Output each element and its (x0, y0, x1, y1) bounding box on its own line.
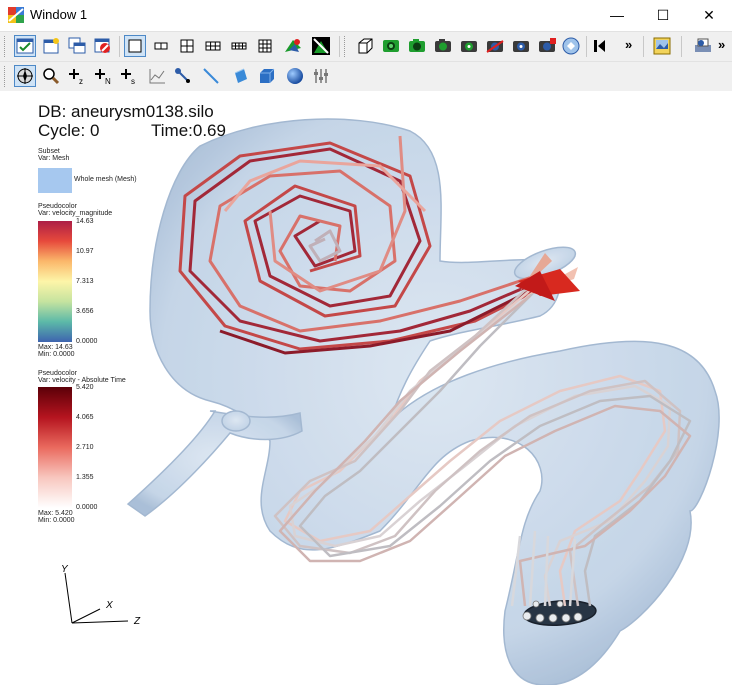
layout-1x1-icon[interactable] (124, 35, 146, 57)
zone-pick-icon[interactable]: z (66, 65, 88, 87)
node-pick-icon[interactable]: N (92, 65, 114, 87)
sphere-tool-icon[interactable] (284, 65, 306, 87)
save-view-icon[interactable] (380, 35, 402, 57)
camera-icon[interactable] (432, 35, 454, 57)
toolbar-grip[interactable] (4, 66, 8, 87)
delete-window-icon[interactable] (92, 35, 114, 57)
line-pick-icon[interactable] (172, 65, 194, 87)
minimize-icon: — (610, 7, 624, 23)
z-axis-label: Z (133, 616, 141, 627)
cycle-label: Cycle: 0 (38, 121, 100, 140)
render-viewport[interactable]: DB: aneurysm0138.silo Cycle: 0 Time:0.69… (0, 91, 732, 685)
database-label: DB: aneurysm0138.silo (38, 102, 214, 121)
spreadsheet-pick-icon[interactable]: s (118, 65, 140, 87)
subset-swatch (38, 168, 72, 193)
tick-label: 3.656 (76, 308, 94, 315)
close-icon: ✕ (703, 6, 715, 23)
window-title: Window 1 (30, 7, 88, 22)
legend-entry: Whole mesh (Mesh) (74, 176, 137, 183)
save-image-icon[interactable] (651, 35, 673, 57)
toolbar-separator (119, 36, 120, 57)
svg-text:z: z (79, 77, 83, 85)
y-axis-label: Y (61, 564, 69, 575)
layout-2x3-icon[interactable] (202, 35, 224, 57)
toolbar-grip[interactable] (4, 36, 8, 57)
legend-min: Min: 0.0000 (38, 351, 75, 358)
clear-plots-icon[interactable] (310, 35, 332, 57)
layout-3x3-icon[interactable] (254, 35, 276, 57)
legend-var: Var: velocity_magnitude (38, 210, 113, 217)
layout-2x4-icon[interactable] (228, 35, 250, 57)
tick-label: 0.0000 (76, 338, 98, 345)
zoom-mode-icon[interactable] (40, 65, 62, 87)
svg-text:N: N (105, 77, 111, 85)
x-axis-label: X (105, 600, 113, 611)
plane-tool-icon[interactable] (230, 65, 252, 87)
toolbar-separator (681, 36, 682, 57)
tick-label: 0.0000 (76, 504, 98, 511)
minimize-button[interactable]: — (594, 0, 640, 30)
navigate-mode-icon[interactable] (14, 65, 36, 87)
camera-4-icon[interactable] (510, 35, 532, 57)
tick-label: 14.63 (76, 218, 94, 225)
x-axis-line (71, 608, 101, 624)
toolbar-separator (339, 36, 340, 57)
tick-label: 5.420 (76, 384, 94, 391)
tick-label: 1.355 (76, 474, 94, 481)
axis-triad: Y X Z (61, 564, 141, 627)
layout-2x2-icon[interactable] (176, 35, 198, 57)
main-toolbar: » » (0, 31, 732, 61)
interaction-toolbar: z N s (0, 61, 732, 91)
draw-plots-icon[interactable] (282, 35, 304, 57)
colorbar (38, 387, 72, 508)
toolbar-grip[interactable] (344, 36, 348, 57)
new-window-icon[interactable] (40, 35, 62, 57)
legend-var: Var: Mesh (38, 155, 70, 162)
visit-app-icon (8, 7, 24, 23)
box-tool-icon[interactable] (256, 65, 278, 87)
time-label: Time:0.69 (151, 121, 226, 140)
toggle-spin-icon[interactable] (14, 35, 36, 57)
tick-label: 10.97 (76, 248, 94, 255)
line-lineout-icon[interactable] (200, 65, 222, 87)
toolbar-separator (643, 36, 644, 57)
colorbar (38, 221, 72, 342)
tick-label: 4.065 (76, 414, 94, 421)
z-axis-line (71, 620, 129, 624)
animation-back-icon[interactable] (588, 35, 610, 57)
title-bar: Window 1 — ☐ ✕ (0, 0, 732, 30)
print-icon[interactable] (692, 35, 714, 57)
camera-5-icon[interactable] (536, 35, 558, 57)
maximize-icon: ☐ (656, 6, 670, 23)
view-camera-icon[interactable] (406, 35, 428, 57)
toolbar-overflow-button[interactable]: » (718, 37, 725, 52)
close-button[interactable]: ✕ (686, 0, 732, 30)
toolbar-overflow-button[interactable]: » (625, 37, 632, 52)
layout-1x2-icon[interactable] (150, 35, 172, 57)
svg-text:s: s (131, 77, 135, 85)
legend-min: Min: 0.0000 (38, 517, 75, 524)
copy-window-icon[interactable] (66, 35, 88, 57)
camera-2-icon[interactable] (458, 35, 480, 57)
camera-3-icon[interactable] (484, 35, 506, 57)
camera-6-icon[interactable] (560, 35, 582, 57)
maximize-button[interactable]: ☐ (640, 0, 686, 30)
settings-sliders-icon[interactable] (310, 65, 332, 87)
toolbar-separator (586, 36, 587, 57)
tick-label: 7.313 (76, 278, 94, 285)
vessel-surface (126, 118, 720, 685)
curve-lineout-icon[interactable] (146, 65, 168, 87)
y-axis-line (64, 572, 73, 624)
tick-label: 2.710 (76, 444, 94, 451)
reset-view-icon[interactable] (354, 35, 376, 57)
